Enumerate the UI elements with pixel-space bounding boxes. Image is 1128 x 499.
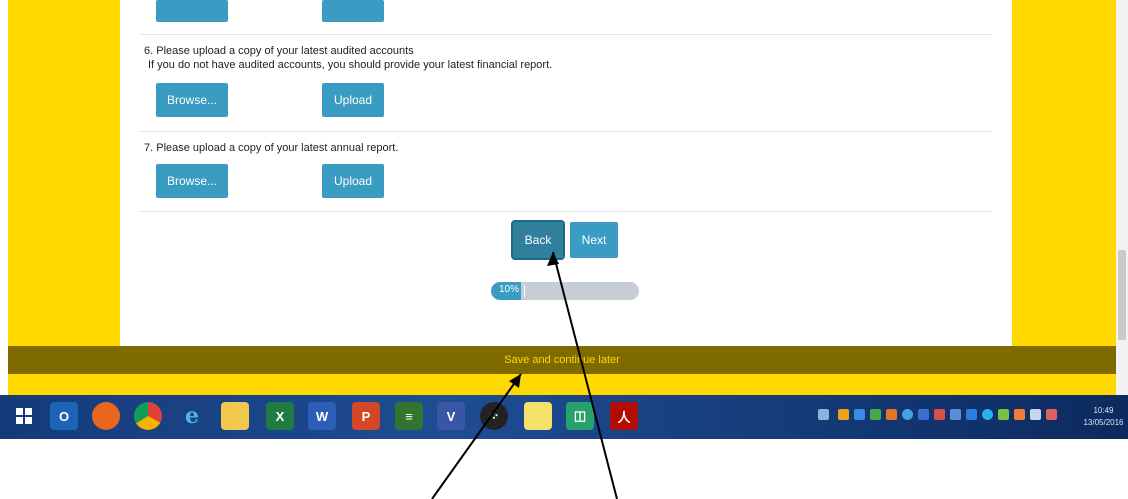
arrow-to-save-later	[431, 373, 522, 499]
screenshot: 6. Please upload a copy of your latest a…	[0, 0, 1128, 499]
arrowhead-save-later	[509, 374, 521, 388]
annotation-arrows	[431, 251, 618, 499]
arrowhead-back-button	[547, 252, 559, 266]
arrow-to-back-button	[552, 251, 618, 499]
